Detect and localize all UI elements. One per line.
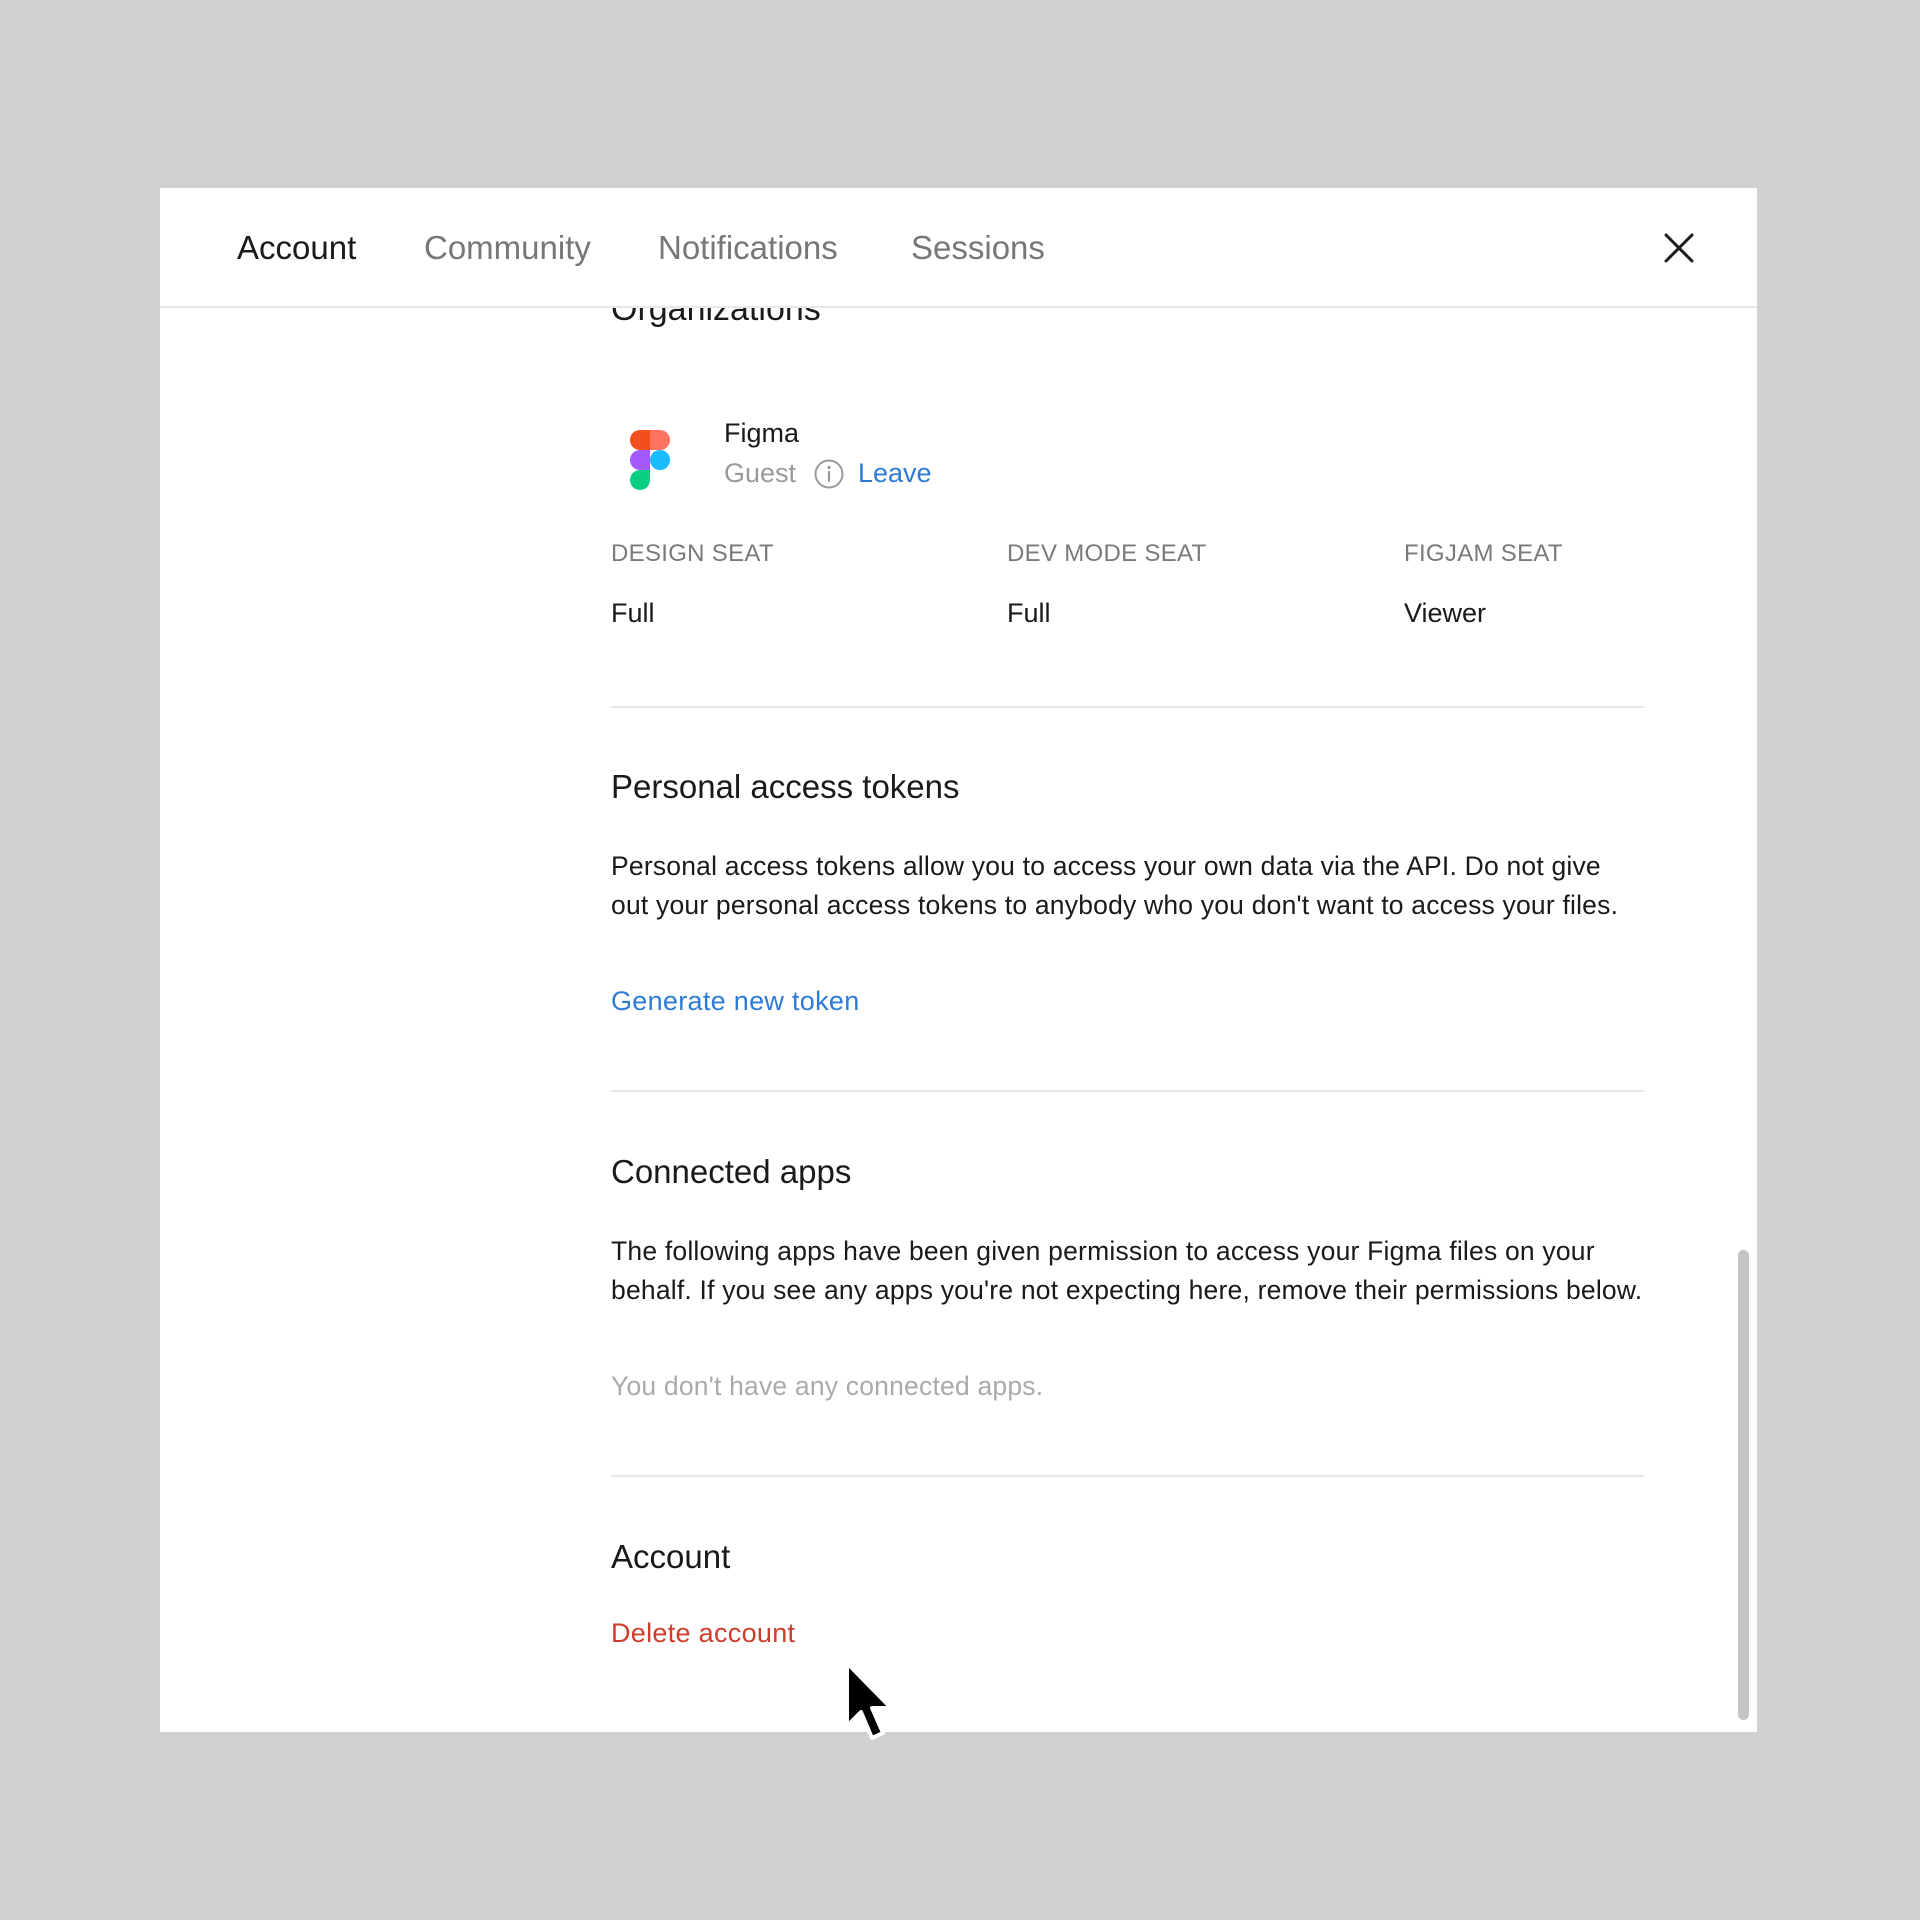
tab-account[interactable]: Account [237, 226, 356, 270]
scrollbar-thumb[interactable] [1738, 1250, 1749, 1720]
tokens-description: Personal access tokens allow you to acce… [611, 851, 1619, 920]
organizations-heading: Organizations [611, 308, 821, 328]
seat-label-design: DESIGN SEAT [611, 540, 774, 567]
tab-notifications[interactable]: Notifications [658, 226, 838, 270]
seat-label-dev-mode: DEV MODE SEAT [1007, 540, 1207, 567]
seat-value-design: Full [611, 598, 655, 628]
figma-logo [630, 430, 670, 490]
divider [611, 1475, 1644, 1477]
close-icon [1664, 233, 1694, 263]
seat-value-figjam: Viewer [1404, 598, 1487, 628]
delete-account-link[interactable]: Delete account [611, 1618, 795, 1649]
account-title: Account [611, 1538, 731, 1575]
seat-label-figjam: FIGJAM SEAT [1404, 540, 1563, 567]
org-name: Figma [724, 418, 800, 448]
connected-apps-empty: You don't have any connected apps. [611, 1371, 1044, 1401]
tab-bar: Account Community Notifications Sessions [160, 188, 1757, 308]
tab-sessions[interactable]: Sessions [911, 226, 1045, 270]
info-icon[interactable] [813, 458, 845, 490]
generate-token-link[interactable]: Generate new token [611, 986, 860, 1017]
mouse-cursor-icon [845, 1661, 893, 1740]
divider [611, 1090, 1644, 1092]
connected-apps-title: Connected apps [611, 1153, 852, 1190]
org-role: Guest [724, 458, 797, 488]
seat-value-dev-mode: Full [1007, 598, 1051, 628]
settings-content: Organizations Figma Guest Leave DESIGN S… [160, 308, 1757, 1732]
close-button[interactable] [1657, 226, 1701, 270]
leave-link[interactable]: Leave [858, 458, 932, 489]
tokens-title: Personal access tokens [611, 768, 960, 805]
connected-apps-description: The following apps have been given permi… [611, 1236, 1643, 1305]
tab-community[interactable]: Community [424, 226, 591, 270]
settings-modal: Account Community Notifications Sessions… [160, 188, 1757, 1732]
divider [611, 706, 1644, 708]
